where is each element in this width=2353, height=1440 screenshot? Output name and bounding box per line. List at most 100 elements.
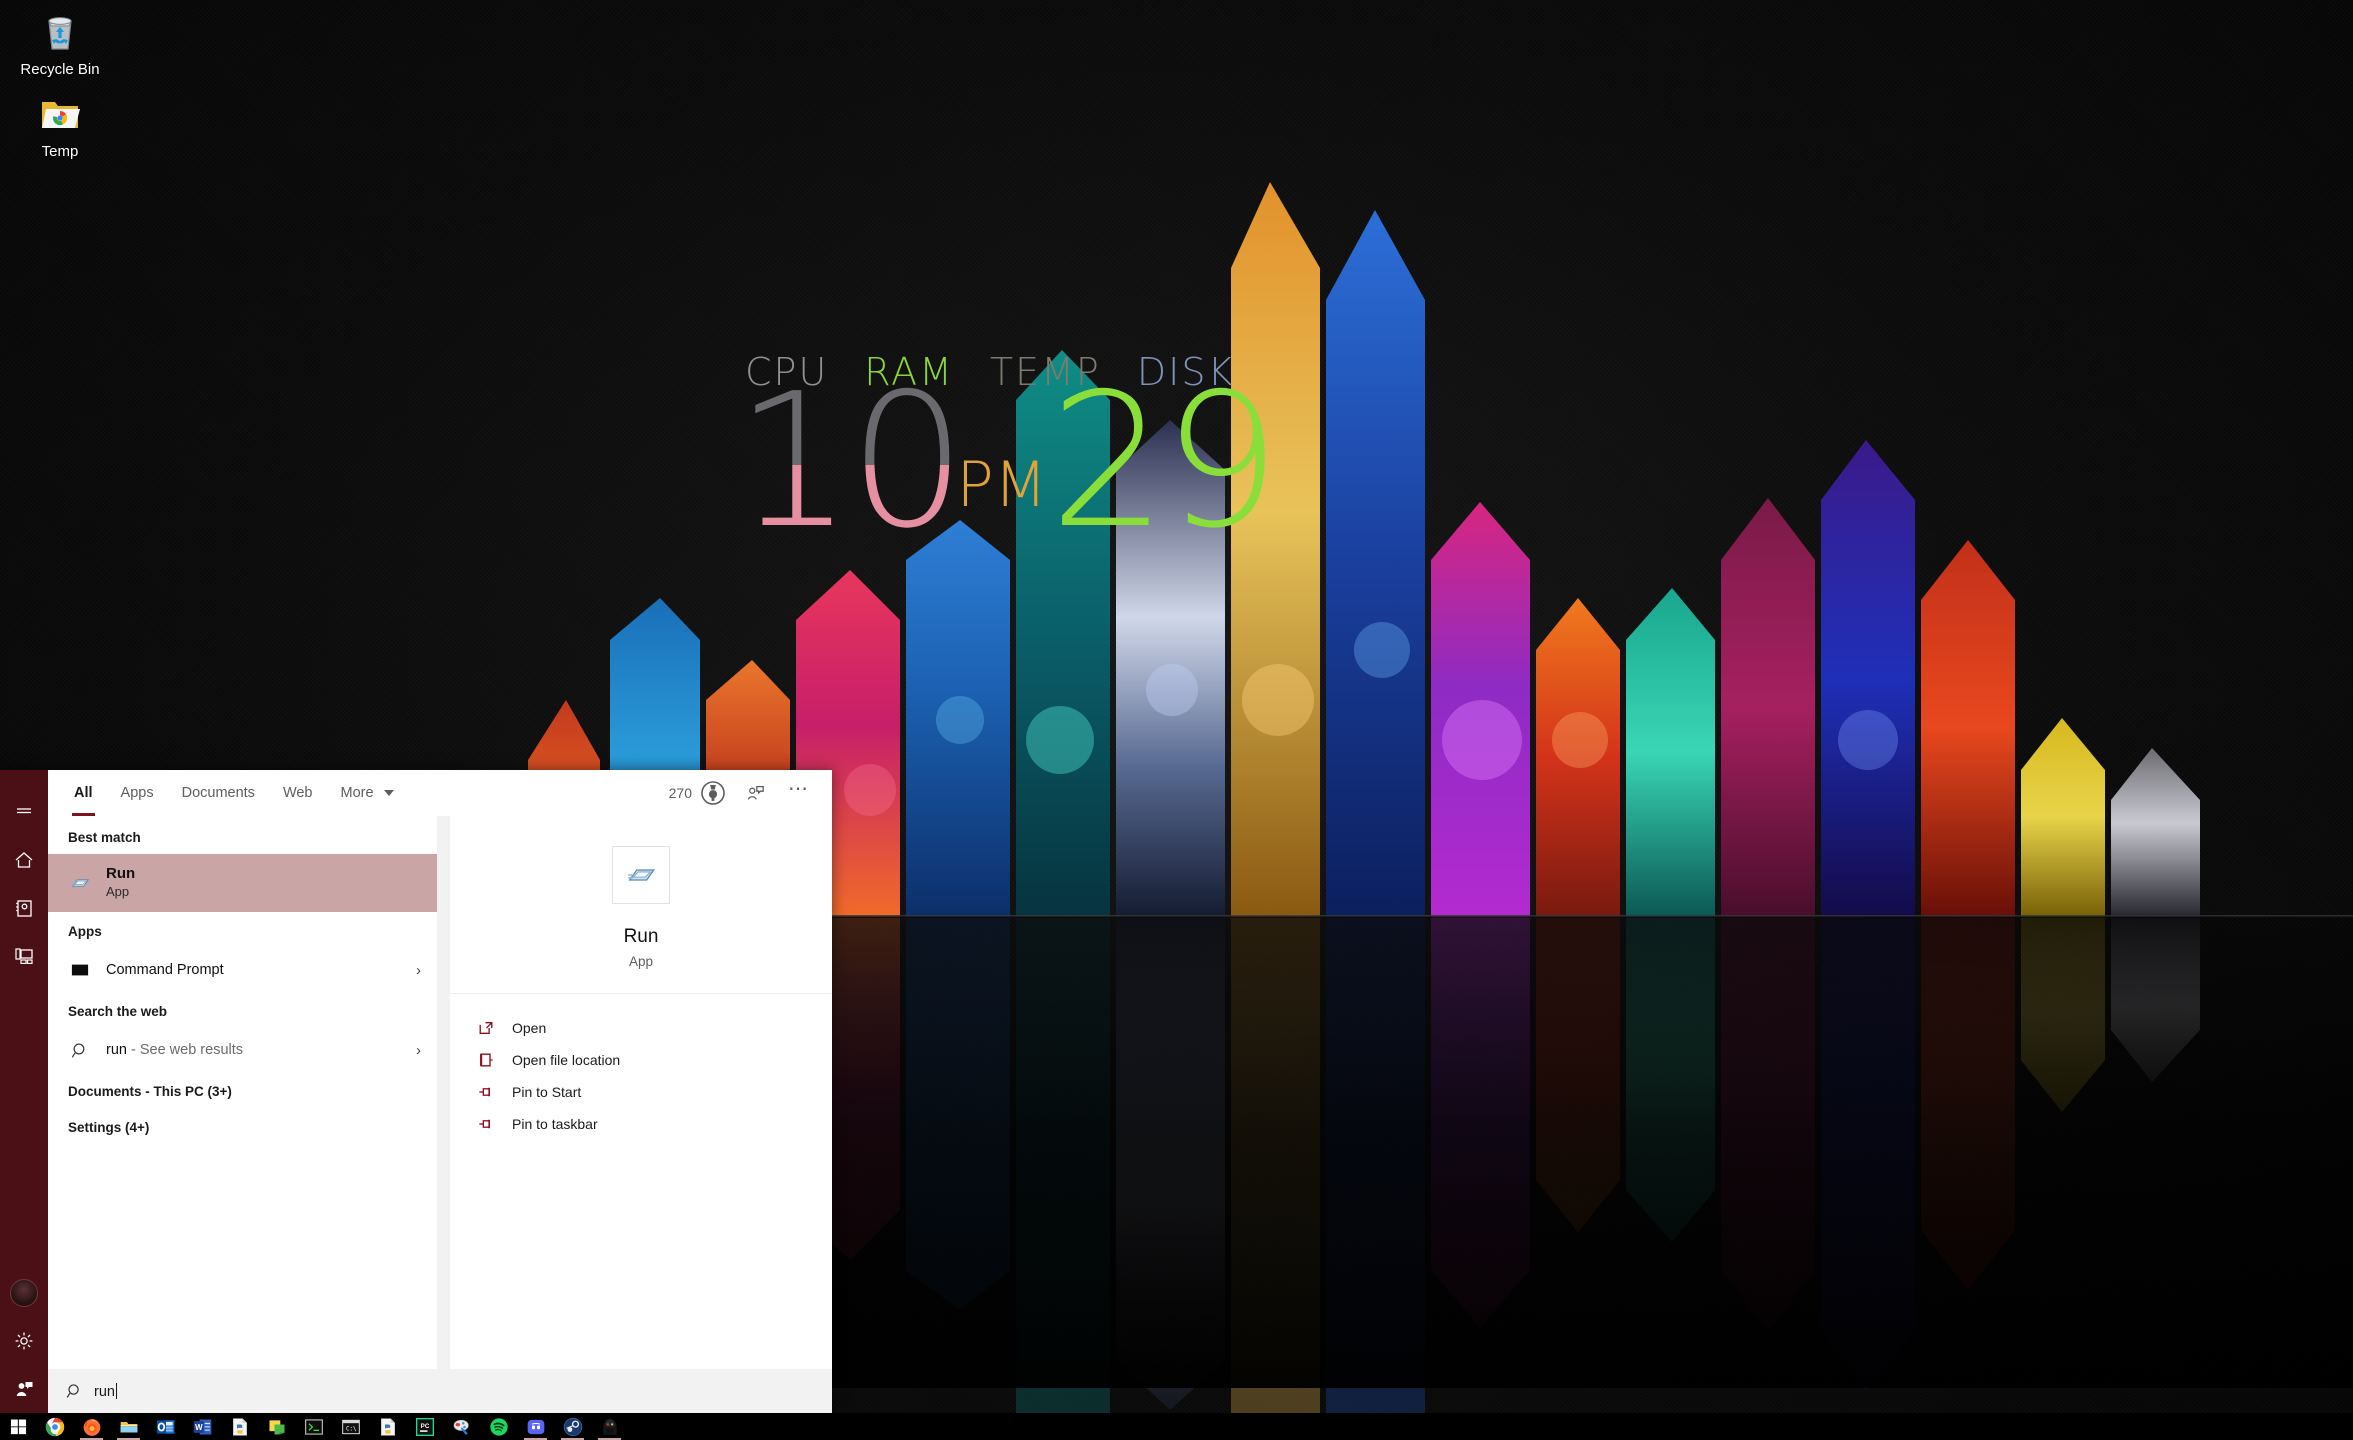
- search-glyph: [66, 1384, 79, 1398]
- sidebar-item-feedback[interactable]: [0, 1365, 48, 1413]
- pin-glyph: [479, 1087, 491, 1097]
- tab-documents[interactable]: Documents: [168, 770, 269, 816]
- search-input-value: run: [94, 1382, 117, 1400]
- tab-all[interactable]: All: [60, 770, 107, 816]
- open-file-location-glyph: [480, 1053, 493, 1067]
- rewards-points: 270: [668, 785, 692, 801]
- taskbar-item-file-explorer[interactable]: [110, 1413, 147, 1440]
- taskbar-item-paint-net[interactable]: [443, 1413, 480, 1440]
- search-panel-body: All Apps Documents Web More 270 ⋯ Best m…: [48, 770, 832, 1413]
- action-label: Open file location: [512, 1052, 621, 1068]
- svg-text:C:\: C:\: [346, 1426, 357, 1432]
- python-idle-icon: [232, 1417, 247, 1436]
- tab-more[interactable]: More: [327, 770, 408, 816]
- results-group-heading-documents[interactable]: Documents - This PC (3+): [48, 1072, 437, 1108]
- preview-header: Run App: [450, 816, 832, 994]
- open-external-glyph: [479, 1022, 493, 1034]
- more-options-button[interactable]: ⋯: [784, 778, 814, 808]
- action-label: Pin to Start: [512, 1084, 582, 1100]
- tab-label: All: [74, 785, 93, 801]
- taskbar-item-python-idle[interactable]: [221, 1413, 258, 1440]
- account-avatar-button[interactable]: [0, 1269, 48, 1317]
- taskbar-item-pycharm[interactable]: PC: [406, 1413, 443, 1440]
- open-external-icon: [476, 1018, 496, 1038]
- start-button[interactable]: [0, 1413, 36, 1440]
- action-label: Open: [512, 1020, 547, 1036]
- chrome-icon: [45, 1417, 64, 1436]
- chevron-right-icon[interactable]: ›: [416, 962, 425, 979]
- result-title: Run: [106, 865, 136, 883]
- action-open-file-location[interactable]: Open file location: [450, 1044, 832, 1076]
- discord-icon: [527, 1419, 544, 1434]
- preview-app-kind: App: [628, 954, 654, 969]
- taskbar-item-firefox[interactable]: [73, 1413, 110, 1440]
- run-app-icon: [612, 846, 670, 904]
- game-app-icon: [602, 1418, 617, 1434]
- desktop-icon-recycle-bin[interactable]: Recycle Bin: [6, 8, 114, 78]
- sidebar-item-notebook[interactable]: [0, 884, 48, 932]
- result-title: run - See web results: [106, 1041, 243, 1059]
- sidebar-item-collections[interactable]: [0, 932, 48, 980]
- pin-icon: [476, 1114, 496, 1134]
- recycle-bin-icon: [48, 17, 72, 50]
- pin-glyph: [479, 1119, 491, 1129]
- taskbar-item-game-app[interactable]: [591, 1413, 628, 1440]
- result-item-command-prompt[interactable]: Command Prompt ›: [48, 948, 437, 992]
- results-group-heading: Apps: [68, 924, 102, 939]
- search-query-text: run: [94, 1383, 115, 1400]
- action-pin-to-taskbar[interactable]: Pin to taskbar: [450, 1108, 832, 1140]
- results-group-heading-settings[interactable]: Settings (4+): [48, 1108, 437, 1144]
- feedback-person-icon: [747, 786, 764, 800]
- feedback-icon-button[interactable]: [740, 778, 770, 808]
- desktop-root: Recycle Bin Temp CPU RAM TEMP DISK 10 PM…: [0, 0, 2353, 1440]
- taskbar-item-word[interactable]: W: [184, 1413, 221, 1440]
- taskbar-item-chrome[interactable]: [36, 1413, 73, 1440]
- outlook-icon: [156, 1419, 174, 1434]
- taskbar-item-terminal[interactable]: [295, 1413, 332, 1440]
- chevron-down-icon: [383, 790, 394, 797]
- taskbar-item-outlook[interactable]: [147, 1413, 184, 1440]
- search-results-list: Best match Run App Apps Command Prompt ›…: [48, 816, 437, 1369]
- chevron-right-icon[interactable]: ›: [416, 1042, 425, 1059]
- notebook-icon: [16, 900, 32, 917]
- rewards-button[interactable]: 270: [669, 780, 726, 806]
- tab-apps[interactable]: Apps: [107, 770, 168, 816]
- taskbar-item-discord[interactable]: [517, 1413, 554, 1440]
- desktop-icon-temp[interactable]: Temp: [6, 90, 114, 160]
- preview-app-name: Run: [623, 926, 659, 947]
- taskbar-item-command-prompt[interactable]: C:\: [332, 1413, 369, 1440]
- run-app-glyph: [71, 879, 90, 887]
- action-pin-to-start[interactable]: Pin to Start: [450, 1076, 832, 1108]
- taskbar-item-steam[interactable]: [554, 1413, 591, 1440]
- action-label: Pin to taskbar: [512, 1116, 598, 1132]
- feedback-person-icon: [16, 1382, 33, 1396]
- taskbar-item-sticky-notes[interactable]: [258, 1413, 295, 1440]
- sidebar-item-home[interactable]: [0, 836, 48, 884]
- hamburger-icon: [17, 808, 31, 814]
- spotify-icon: [489, 1417, 508, 1436]
- terminal-icon: [304, 1418, 323, 1435]
- action-open[interactable]: Open: [450, 1012, 832, 1044]
- sidebar-item-settings[interactable]: [0, 1317, 48, 1365]
- tab-label: Apps: [120, 785, 154, 801]
- hamburger-menu-button[interactable]: [0, 788, 48, 836]
- steam-icon: [563, 1417, 582, 1436]
- tab-web[interactable]: Web: [269, 770, 327, 816]
- search-tabbar: All Apps Documents Web More 270 ⋯: [48, 770, 832, 816]
- search-input[interactable]: run: [48, 1369, 832, 1413]
- pin-icon: [476, 1082, 496, 1102]
- start-search-panel: All Apps Documents Web More 270 ⋯ Best m…: [0, 770, 832, 1413]
- search-glyph: [71, 1043, 84, 1058]
- command-prompt-icon: [68, 958, 92, 982]
- result-item-web-search[interactable]: run - See web results ›: [48, 1028, 437, 1072]
- sticky-notes-icon: [269, 1419, 284, 1434]
- more-options-icon: ⋯: [788, 778, 810, 800]
- search-icon: [68, 1038, 92, 1062]
- settings-gear-icon: [15, 1332, 33, 1350]
- result-item-run[interactable]: Run App: [48, 854, 437, 912]
- collections-icon: [15, 948, 33, 965]
- taskbar-item-spotify[interactable]: [480, 1413, 517, 1440]
- taskbar-item-python[interactable]: [369, 1413, 406, 1440]
- word-icon: W: [193, 1419, 211, 1434]
- result-query: run: [106, 1041, 127, 1058]
